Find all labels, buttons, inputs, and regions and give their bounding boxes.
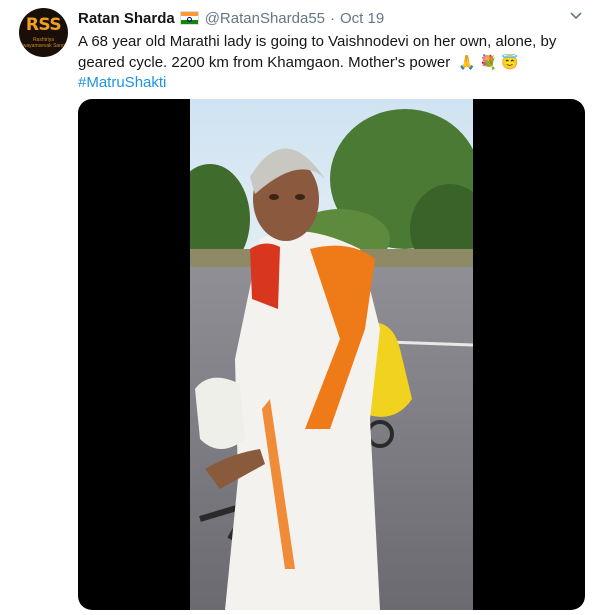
chevron-down-icon[interactable] bbox=[568, 8, 584, 24]
india-flag-icon bbox=[179, 11, 199, 25]
tweet-card[interactable]: RSS Rashtriya Swayamsevak Sangh Ratan Sh… bbox=[0, 0, 600, 615]
avatar[interactable]: RSS Rashtriya Swayamsevak Sangh bbox=[19, 8, 68, 57]
avatar-logo-subtext: Rashtriya Swayamsevak Sangh bbox=[19, 37, 68, 49]
hashtag-link[interactable]: #MatruShakti bbox=[78, 73, 558, 93]
author-handle[interactable]: @RatanSharda55 bbox=[205, 10, 325, 27]
video-still-image bbox=[190, 99, 473, 610]
author-name[interactable]: Ratan Sharda bbox=[78, 10, 175, 27]
smiling-halo-emoji: 😇 bbox=[501, 54, 519, 70]
video-frame[interactable] bbox=[190, 99, 473, 610]
bouquet-emoji: 💐 bbox=[479, 54, 498, 70]
video-player[interactable] bbox=[78, 99, 585, 610]
avatar-logo-text: RSS bbox=[25, 15, 62, 35]
tweet-date[interactable]: Oct 19 bbox=[340, 10, 384, 27]
tweet-header: Ratan Sharda @RatanSharda55 · Oct 19 bbox=[78, 8, 384, 28]
tweet-text: A 68 year old Marathi lady is going to V… bbox=[78, 32, 558, 93]
separator-dot: · bbox=[330, 9, 336, 27]
folded-hands-emoji: 🙏 bbox=[458, 54, 476, 70]
